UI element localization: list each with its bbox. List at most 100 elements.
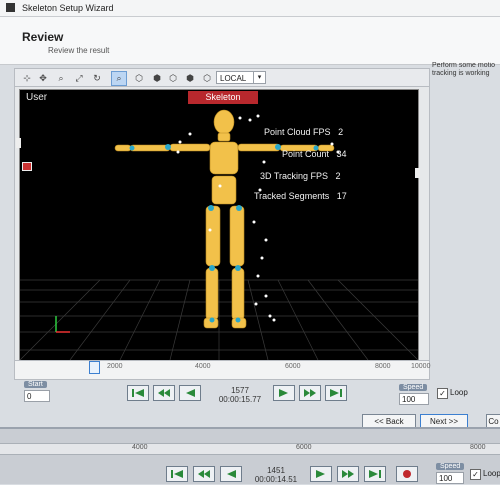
skip-end-icon bbox=[369, 470, 381, 478]
skip-end-icon bbox=[330, 389, 342, 397]
stat-label: 3D Tracking FPS bbox=[260, 171, 329, 181]
coordinate-mode-value: LOCAL bbox=[220, 74, 247, 83]
stat-value: 34 bbox=[336, 149, 347, 159]
play-icon bbox=[316, 470, 325, 478]
axis-gizmo bbox=[55, 316, 70, 333]
stat-tracked-segments: Tracked Segments 17 bbox=[254, 191, 347, 201]
bg-go-to-end-button[interactable] bbox=[364, 466, 386, 482]
current-frame: 1577 bbox=[231, 386, 249, 395]
start-frame-input[interactable]: 0 bbox=[24, 390, 50, 402]
background-tick: 6000 bbox=[296, 444, 312, 451]
bg-step-back-button[interactable] bbox=[193, 466, 215, 482]
stat-value: 17 bbox=[336, 191, 347, 201]
stat-value: 2 bbox=[338, 127, 344, 137]
background-timeline: 4000 6000 8000 bbox=[0, 443, 500, 455]
link-tool-icon[interactable]: ⬡ bbox=[165, 71, 181, 86]
stat-label: Tracked Segments bbox=[254, 191, 330, 201]
background-window: 4000 6000 8000 1451 00:00:14.51 Speed 10… bbox=[0, 429, 500, 484]
skeleton-model bbox=[114, 109, 335, 329]
zoom-fit-icon[interactable]: ⤢ bbox=[71, 71, 87, 86]
bg-current-time: 00:00:14.51 bbox=[254, 475, 298, 484]
left-panel-handle[interactable] bbox=[16, 138, 21, 148]
zoom-icon[interactable]: ⌕ bbox=[53, 71, 69, 86]
move-tool-icon[interactable]: ✥ bbox=[35, 71, 51, 86]
skeleton-tag: Skeleton bbox=[188, 91, 258, 104]
step-back-button[interactable] bbox=[153, 385, 175, 401]
bg-step-forward-button[interactable] bbox=[337, 466, 359, 482]
play-button[interactable] bbox=[273, 385, 295, 401]
back-button[interactable]: << Back bbox=[362, 414, 416, 428]
stat-point-count: Point Count 34 bbox=[282, 149, 347, 159]
timeline-tick: 4000 bbox=[195, 363, 211, 370]
play-icon bbox=[279, 389, 288, 397]
viewport-toolbar: ⊹ ✥ ⌕ ⤢ ↻ ⌕ ⬡ ⬢ ⬡ ⬢ ⬡ LOCAL ▾ bbox=[14, 68, 430, 88]
play-reverse-icon bbox=[186, 389, 195, 397]
start-label: Start bbox=[24, 381, 47, 388]
stat-label: Point Cloud FPS bbox=[264, 127, 331, 137]
bg-record-button[interactable] bbox=[396, 466, 418, 482]
floor-grid bbox=[20, 279, 418, 360]
app-icon bbox=[6, 3, 15, 12]
speed-input[interactable]: 100 bbox=[399, 393, 429, 405]
help-text: Perform some motio tracking is working bbox=[432, 62, 500, 78]
bg-loop-checkbox[interactable]: ✓ bbox=[470, 469, 481, 480]
skip-start-icon bbox=[132, 389, 144, 397]
3d-viewport[interactable]: User Skeleton Point Cloud FPS 2 Point Co… bbox=[19, 89, 419, 361]
timeline-tick: 10000 bbox=[411, 363, 431, 370]
zoom-active-icon[interactable]: ⌕ bbox=[111, 71, 127, 86]
timeline-tick: 8000 bbox=[375, 363, 391, 370]
play-reverse-icon bbox=[227, 470, 236, 478]
chevron-down-icon: ▾ bbox=[253, 72, 265, 83]
select-tool-icon[interactable]: ⊹ bbox=[19, 71, 35, 86]
bone-tool-icon[interactable]: ⬡ bbox=[131, 71, 147, 86]
skip-start-icon bbox=[171, 470, 183, 478]
background-tick: 4000 bbox=[132, 444, 148, 451]
stat-label: Point Count bbox=[282, 149, 330, 159]
axis-tool-icon[interactable]: ⬡ bbox=[199, 71, 215, 86]
bg-loop-label: Loop bbox=[483, 469, 500, 478]
bg-go-to-start-button[interactable] bbox=[166, 466, 188, 482]
timeline-tick: 6000 bbox=[285, 363, 301, 370]
page-title: Review bbox=[22, 30, 64, 44]
step-back-icon bbox=[158, 389, 170, 397]
stat-3d-tracking-fps: 3D Tracking FPS 2 bbox=[260, 171, 341, 181]
step-forward-icon bbox=[342, 470, 354, 478]
loop-checkbox[interactable]: ✓ bbox=[437, 388, 448, 399]
timeline-playhead[interactable] bbox=[89, 361, 100, 374]
loop-label: Loop bbox=[450, 388, 468, 397]
stat-point-cloud-fps: Point Cloud FPS 2 bbox=[264, 127, 343, 137]
close-button-partial[interactable]: Co bbox=[486, 414, 500, 428]
help-line: tracking is working bbox=[432, 70, 490, 77]
right-panel-handle[interactable] bbox=[415, 168, 420, 178]
bg-speed-label: Speed bbox=[436, 463, 465, 470]
bg-play-button[interactable] bbox=[310, 466, 332, 482]
viewport-frame: User Skeleton Point Cloud FPS 2 Point Co… bbox=[14, 86, 430, 362]
help-line: Perform some motio bbox=[432, 62, 496, 69]
record-icon bbox=[403, 470, 411, 478]
window-title: Skeleton Setup Wizard bbox=[22, 3, 114, 13]
view-tool-icon[interactable]: ⬢ bbox=[182, 71, 198, 86]
coordinate-mode-select[interactable]: LOCAL ▾ bbox=[216, 71, 266, 84]
step-back-icon bbox=[198, 470, 210, 478]
marker-tool-icon[interactable]: ⬢ bbox=[149, 71, 165, 86]
bg-play-reverse-button[interactable] bbox=[220, 466, 242, 482]
timeline-ruler[interactable]: 2000 4000 6000 8000 10000 bbox=[14, 360, 430, 380]
speed-label: Speed bbox=[399, 384, 428, 391]
rotate-icon[interactable]: ↻ bbox=[89, 71, 105, 86]
background-tick: 8000 bbox=[470, 444, 486, 451]
next-button[interactable]: Next >> bbox=[420, 414, 468, 428]
step-forward-button[interactable] bbox=[299, 385, 321, 401]
record-indicator-icon bbox=[22, 162, 32, 171]
title-bar: Skeleton Setup Wizard bbox=[0, 0, 500, 17]
stat-value: 2 bbox=[335, 171, 341, 181]
bg-speed-input[interactable]: 100 bbox=[436, 472, 464, 484]
play-reverse-button[interactable] bbox=[179, 385, 201, 401]
go-to-start-button[interactable] bbox=[127, 385, 149, 401]
current-time: 00:00:15.77 bbox=[218, 395, 262, 404]
bg-current-frame: 1451 bbox=[267, 466, 285, 475]
step-forward-icon bbox=[304, 389, 316, 397]
timeline-tick: 2000 bbox=[107, 363, 123, 370]
go-to-end-button[interactable] bbox=[325, 385, 347, 401]
wizard-header: Review Review the result bbox=[0, 17, 500, 65]
viewport-label: User bbox=[26, 92, 48, 103]
